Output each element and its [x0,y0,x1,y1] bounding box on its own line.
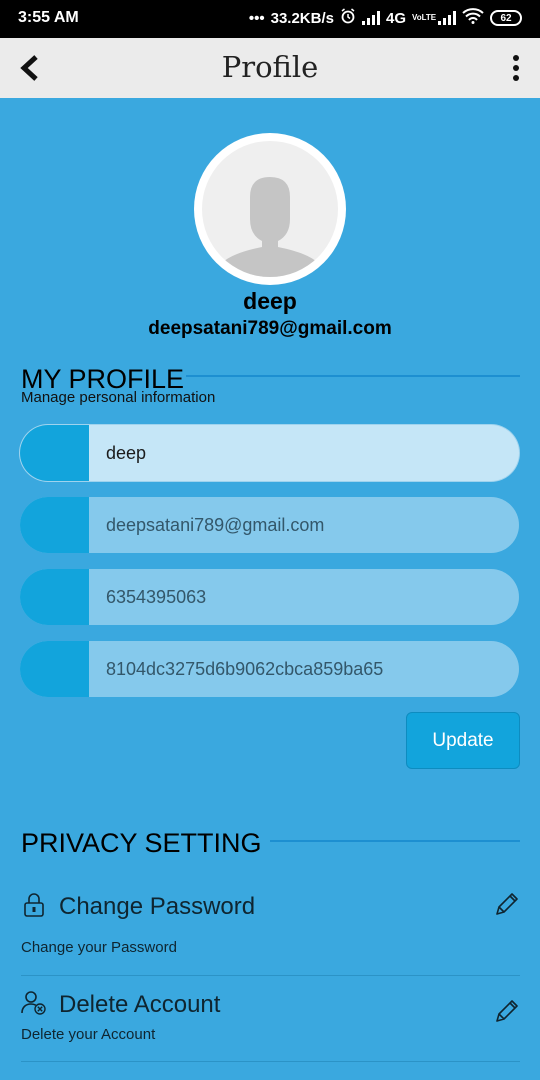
field-icon-area [20,569,89,625]
wifi-icon [462,8,484,28]
my-profile-subtitle: Manage personal information [21,389,216,406]
row-divider [21,975,520,976]
phone-field-value: 6354395063 [106,586,207,607]
user-silhouette-icon [222,177,318,277]
field-icon-area [20,497,89,553]
profile-email: deepsatani789@gmail.com [148,318,392,339]
change-password-subtitle: Change your Password [21,939,177,956]
change-password-row[interactable]: Change Password Change your Password [0,890,540,970]
avatar[interactable] [194,133,346,285]
token-field[interactable]: 8104dc3275d6b9062cbca859ba65 [20,641,519,697]
field-icon-area [20,425,89,481]
user-remove-icon [21,991,46,1015]
delete-account-subtitle: Delete your Account [21,1026,156,1043]
name-field-value: deep [106,442,147,463]
avatar-placeholder [202,141,338,277]
pencil-icon[interactable] [493,997,521,1025]
email-field-value: deepsatani789@gmail.com [106,514,325,535]
section-divider [270,840,520,842]
row-divider [21,1061,520,1062]
battery-icon: 62 [490,10,522,26]
signal-icon-2 [438,11,456,25]
delete-account-row[interactable]: Delete Account Delete your Account [0,988,540,1058]
network-type: 4G [385,9,406,27]
update-button[interactable]: Update [406,712,520,769]
email-field[interactable]: deepsatani789@gmail.com [20,497,519,553]
section-divider [186,375,520,377]
app-bar: Profile [0,38,540,98]
phone-field[interactable]: 6354395063 [20,569,519,625]
privacy-heading: PRIVACY SETTING [21,828,262,858]
page-title: Profile [221,50,319,84]
status-icons: ••• 33.2KB/s 4G VoLTE 62 [249,8,522,28]
profile-name: deep [243,288,297,314]
pencil-icon[interactable] [493,890,521,918]
volte-icon: VoLTE [412,13,437,22]
field-icon-area [20,641,89,697]
signal-icon [361,11,380,25]
delete-account-label: Delete Account [59,991,221,1018]
lock-icon [24,893,44,917]
name-field[interactable]: deep [20,425,519,481]
status-bar: 3:55 AM ••• 33.2KB/s 4G VoLTE 62 [0,0,540,38]
notification-dots: ••• [248,9,265,27]
more-vert-icon [513,55,519,61]
alarm-icon [340,8,356,28]
token-field-value: 8104dc3275d6b9062cbca859ba65 [106,658,384,679]
more-options-button[interactable] [506,52,526,84]
status-time: 3:55 AM [18,9,79,26]
network-speed: 33.2KB/s [270,9,334,27]
change-password-label: Change Password [59,893,256,920]
